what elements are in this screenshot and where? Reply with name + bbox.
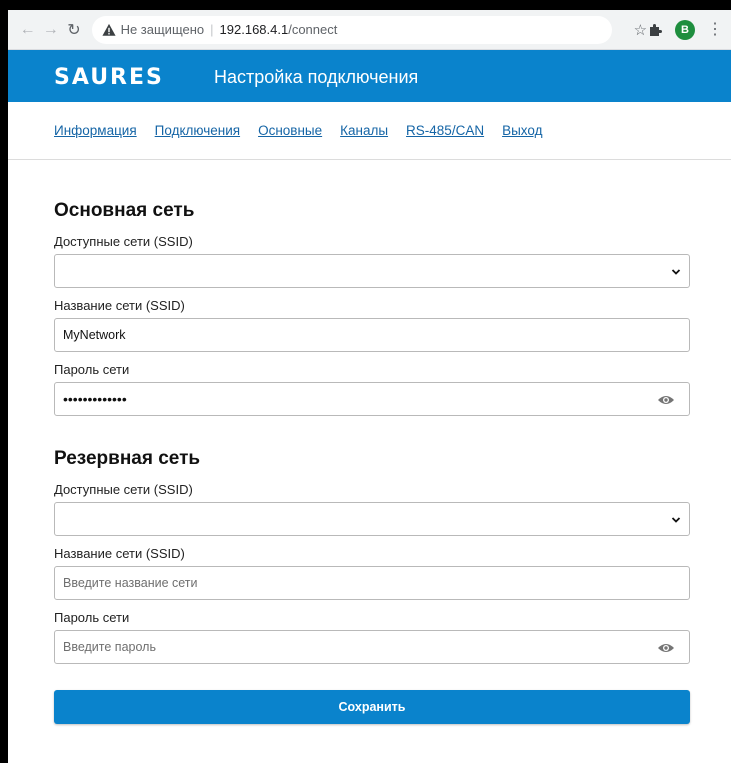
nav-link-rs485-can[interactable]: RS-485/CAN (406, 123, 484, 138)
nav-link-info[interactable]: Информация (54, 123, 137, 138)
backup-network-title: Резервная сеть (54, 448, 201, 469)
address-separator: | (210, 22, 214, 37)
address-bar[interactable]: Не защищено | 192.168.4.1/connect (91, 15, 612, 44)
primary-available-select[interactable] (54, 254, 690, 288)
url-host: 192.168.4.1 (219, 22, 289, 37)
primary-password-input[interactable]: ••••••••••••• (54, 382, 690, 416)
primary-available-label: Доступные сети (SSID) (54, 234, 193, 249)
backup-password-placeholder: Введите пароль (63, 640, 156, 654)
eye-icon[interactable] (657, 641, 675, 655)
backup-password-label: Пароль сети (54, 610, 130, 625)
connection-form: Основная сеть Доступные сети (SSID) Назв… (8, 200, 731, 724)
backup-ssid-label: Название сети (SSID) (54, 546, 185, 561)
chevron-down-icon (671, 517, 681, 523)
primary-ssid-label: Название сети (SSID) (54, 298, 185, 313)
backup-ssid-placeholder: Введите название сети (63, 576, 198, 590)
extensions-icon[interactable] (647, 22, 663, 38)
warning-icon[interactable] (102, 23, 116, 37)
primary-ssid-input[interactable]: MyNetwork (54, 318, 690, 352)
backup-ssid-input[interactable]: Введите название сети (54, 566, 690, 600)
reload-icon[interactable]: ↻ (62, 17, 85, 43)
star-icon[interactable]: ☆ (634, 21, 647, 39)
primary-password-label: Пароль сети (54, 362, 130, 377)
menu-icon[interactable]: ⋮ (707, 21, 723, 38)
save-button[interactable]: Сохранить (54, 690, 690, 724)
saures-logo: SAURES (54, 65, 164, 87)
nav-link-channels[interactable]: Каналы (340, 123, 388, 138)
svg-text:SAURES: SAURES (54, 65, 164, 87)
eye-icon[interactable] (657, 393, 675, 407)
back-icon[interactable]: ← (16, 17, 39, 43)
nav-link-main[interactable]: Основные (258, 123, 322, 138)
chevron-down-icon (671, 269, 681, 275)
primary-ssid-value: MyNetwork (63, 328, 126, 342)
site-header: SAURES Настройка подключения (8, 50, 731, 102)
backup-password-input[interactable]: Введите пароль (54, 630, 690, 664)
security-status: Не защищено (120, 22, 205, 37)
avatar[interactable]: B (675, 19, 696, 40)
nav-link-logout[interactable]: Выход (502, 123, 542, 138)
forward-icon[interactable]: → (39, 17, 62, 43)
backup-available-select[interactable] (54, 502, 690, 536)
site-nav: Информация Подключения Основные Каналы R… (8, 102, 731, 160)
url-path: /connect (288, 22, 338, 37)
page-title: Настройка подключения (214, 66, 419, 87)
nav-link-connections[interactable]: Подключения (155, 123, 240, 138)
primary-password-value: ••••••••••••• (63, 391, 127, 407)
browser-window: ← → ↻ Не защищено | 192.168.4.1/connect … (8, 10, 731, 763)
primary-network-title: Основная сеть (54, 200, 195, 221)
backup-available-label: Доступные сети (SSID) (54, 482, 193, 497)
browser-toolbar: ← → ↻ Не защищено | 192.168.4.1/connect … (8, 10, 731, 50)
